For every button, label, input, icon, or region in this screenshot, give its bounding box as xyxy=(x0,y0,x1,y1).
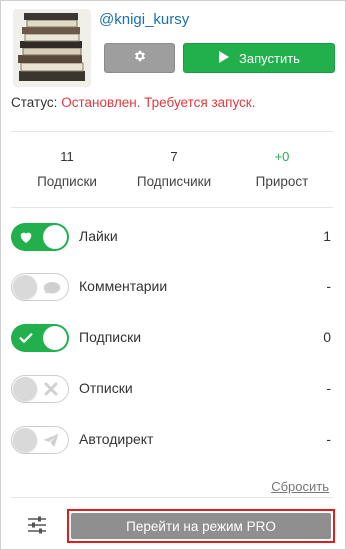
profile-username[interactable]: @knigi_kursy xyxy=(99,11,189,28)
start-button[interactable]: Запустить xyxy=(183,43,335,73)
action-label: Лайки xyxy=(79,228,118,244)
toggle-knob xyxy=(13,428,37,452)
toggle-knob xyxy=(13,275,37,299)
action-row-follows: Подписки 0 xyxy=(11,321,333,355)
stat-followers: 7 Подписчики xyxy=(124,149,224,189)
start-button-label: Запустить xyxy=(239,50,300,66)
toggle-knob xyxy=(43,326,67,350)
reset-link[interactable]: Сбросить xyxy=(271,479,329,494)
divider xyxy=(11,207,333,208)
stat-value: +0 xyxy=(274,149,290,164)
action-count: - xyxy=(326,431,331,447)
stat-value: 11 xyxy=(60,149,74,164)
stat-label: Прирост xyxy=(255,174,309,189)
close-icon xyxy=(44,382,58,401)
status-value: Остановлен. Требуется запуск. xyxy=(61,95,256,110)
stat-following: 11 Подписки xyxy=(17,149,117,189)
follows-toggle[interactable] xyxy=(11,324,69,352)
check-icon xyxy=(18,330,34,351)
heart-icon xyxy=(18,229,34,250)
action-label: Подписки xyxy=(79,329,142,345)
extension-panel: @knigi_kursy Запустить Статус: Остановле… xyxy=(0,0,346,550)
action-row-comments: Комментарии - xyxy=(11,270,333,304)
pro-mode-button[interactable]: Перейти на режим PRO xyxy=(71,513,331,539)
action-count: 0 xyxy=(323,329,331,345)
comments-toggle[interactable] xyxy=(11,273,69,301)
stat-growth: +0 Прирост xyxy=(232,149,332,189)
action-label: Отписки xyxy=(79,380,133,396)
gear-icon xyxy=(133,49,147,68)
toggle-knob xyxy=(13,377,37,401)
action-count: - xyxy=(326,380,331,396)
comment-icon xyxy=(43,281,61,300)
divider xyxy=(11,131,333,132)
profile-avatar xyxy=(13,9,91,87)
action-count: 1 xyxy=(323,228,331,244)
play-icon xyxy=(218,50,230,66)
sliders-icon[interactable] xyxy=(27,515,47,540)
status-label: Статус: xyxy=(11,95,58,110)
stat-label: Подписчики xyxy=(136,174,212,189)
action-row-unfollows: Отписки - xyxy=(11,372,333,406)
divider xyxy=(11,497,333,498)
toggle-knob xyxy=(43,225,67,249)
pro-button-highlight: Перейти на режим PRO xyxy=(67,509,335,543)
action-count: - xyxy=(326,278,331,294)
action-row-autodirect: Автодирект - xyxy=(11,423,333,457)
likes-toggle[interactable] xyxy=(11,223,69,251)
send-icon xyxy=(43,433,59,453)
status-line: Статус: Остановлен. Требуется запуск. xyxy=(11,95,255,110)
autodirect-toggle[interactable] xyxy=(11,426,69,454)
stat-label: Подписки xyxy=(37,174,97,189)
action-label: Комментарии xyxy=(79,278,168,294)
settings-button[interactable] xyxy=(104,43,175,73)
unfollows-toggle[interactable] xyxy=(11,375,69,403)
action-label: Автодирект xyxy=(79,431,154,447)
action-row-likes: Лайки 1 xyxy=(11,220,333,254)
stat-value: 7 xyxy=(170,149,178,164)
